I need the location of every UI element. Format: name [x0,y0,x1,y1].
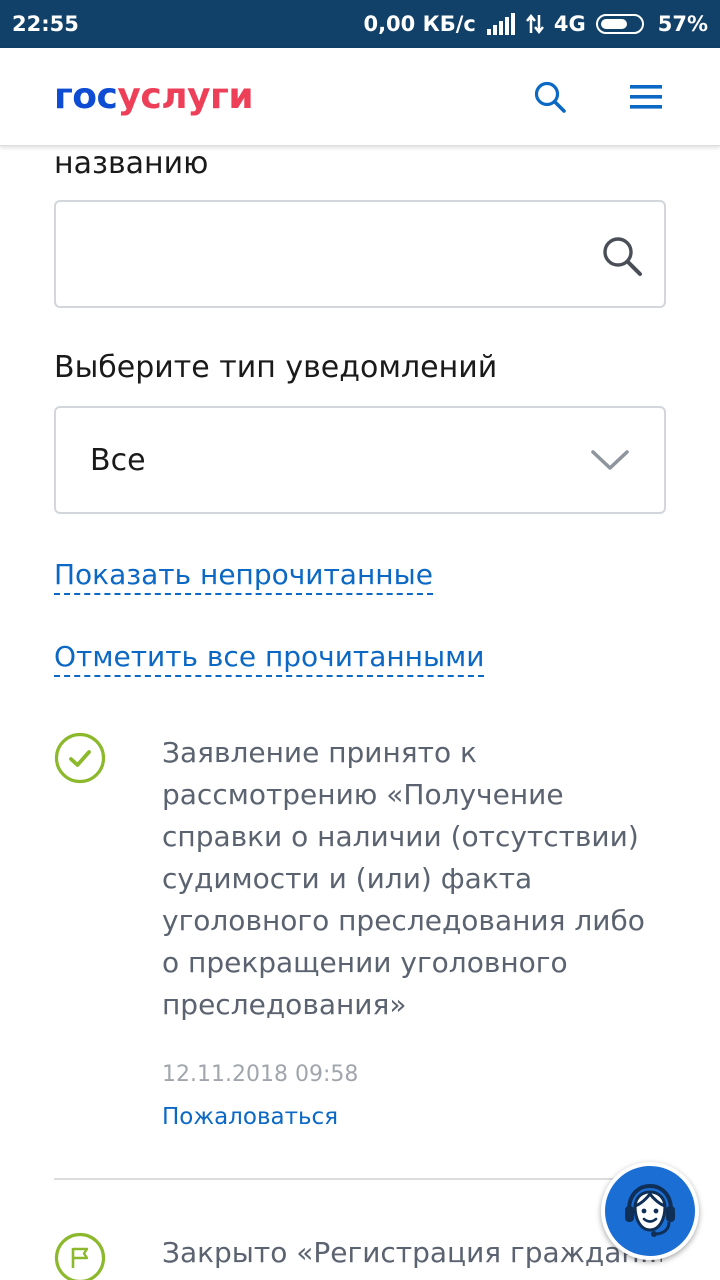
header-menu-button[interactable] [626,77,666,117]
chevron-down-icon [591,450,629,470]
data-transfer-icon [525,13,544,35]
notification-type-label: Выберите тип уведомлений [54,350,498,385]
logo-part-gos: гос [54,76,118,117]
battery-icon [595,13,648,35]
header-actions [530,77,666,117]
search-by-name-label: названию [54,146,209,181]
status-time: 22:55 [12,12,79,36]
status-bar: 22:55 0,00 КБ/с 4G 57% [0,0,720,48]
network-type: 4G [553,12,586,36]
gosuslugi-logo[interactable]: госуслуги [54,76,254,117]
header-search-button[interactable] [530,77,570,117]
app-header: госуслуги [0,48,720,146]
check-circle-icon [54,732,106,784]
notification-text: Заявление принято к рассмотрению «Получе… [162,736,645,1021]
support-operator-icon [625,1183,675,1237]
hamburger-menu-icon [630,84,662,109]
mark-all-read-link[interactable]: Отметить все прочитанными [54,640,485,677]
status-speed: 0,00 КБ/с [363,12,476,36]
notification-type-value: Все [90,442,146,478]
status-right: 0,00 КБ/с 4G 57% [363,12,708,36]
search-icon[interactable] [600,234,644,278]
logo-part-uslugi: услуги [117,76,254,117]
complain-link[interactable]: Пожаловаться [162,1104,338,1130]
notification-type-select[interactable]: Все [54,406,666,514]
support-chat-button[interactable] [601,1162,699,1260]
search-input[interactable] [56,202,596,306]
notifications-page: названию Выберите тип уведомлений Все По… [0,146,720,1280]
search-icon [534,81,566,113]
battery-percent: 57% [657,12,708,36]
signal-icon [486,13,516,35]
notification-divider [54,1178,666,1180]
notification-date: 12.11.2018 09:58 [162,1062,359,1087]
flag-circle-icon [54,1232,106,1280]
notification-text: Закрыто «Регистрация граждан... [162,1236,662,1269]
show-unread-link[interactable]: Показать непрочитанные [54,558,433,595]
search-field[interactable] [54,200,666,308]
